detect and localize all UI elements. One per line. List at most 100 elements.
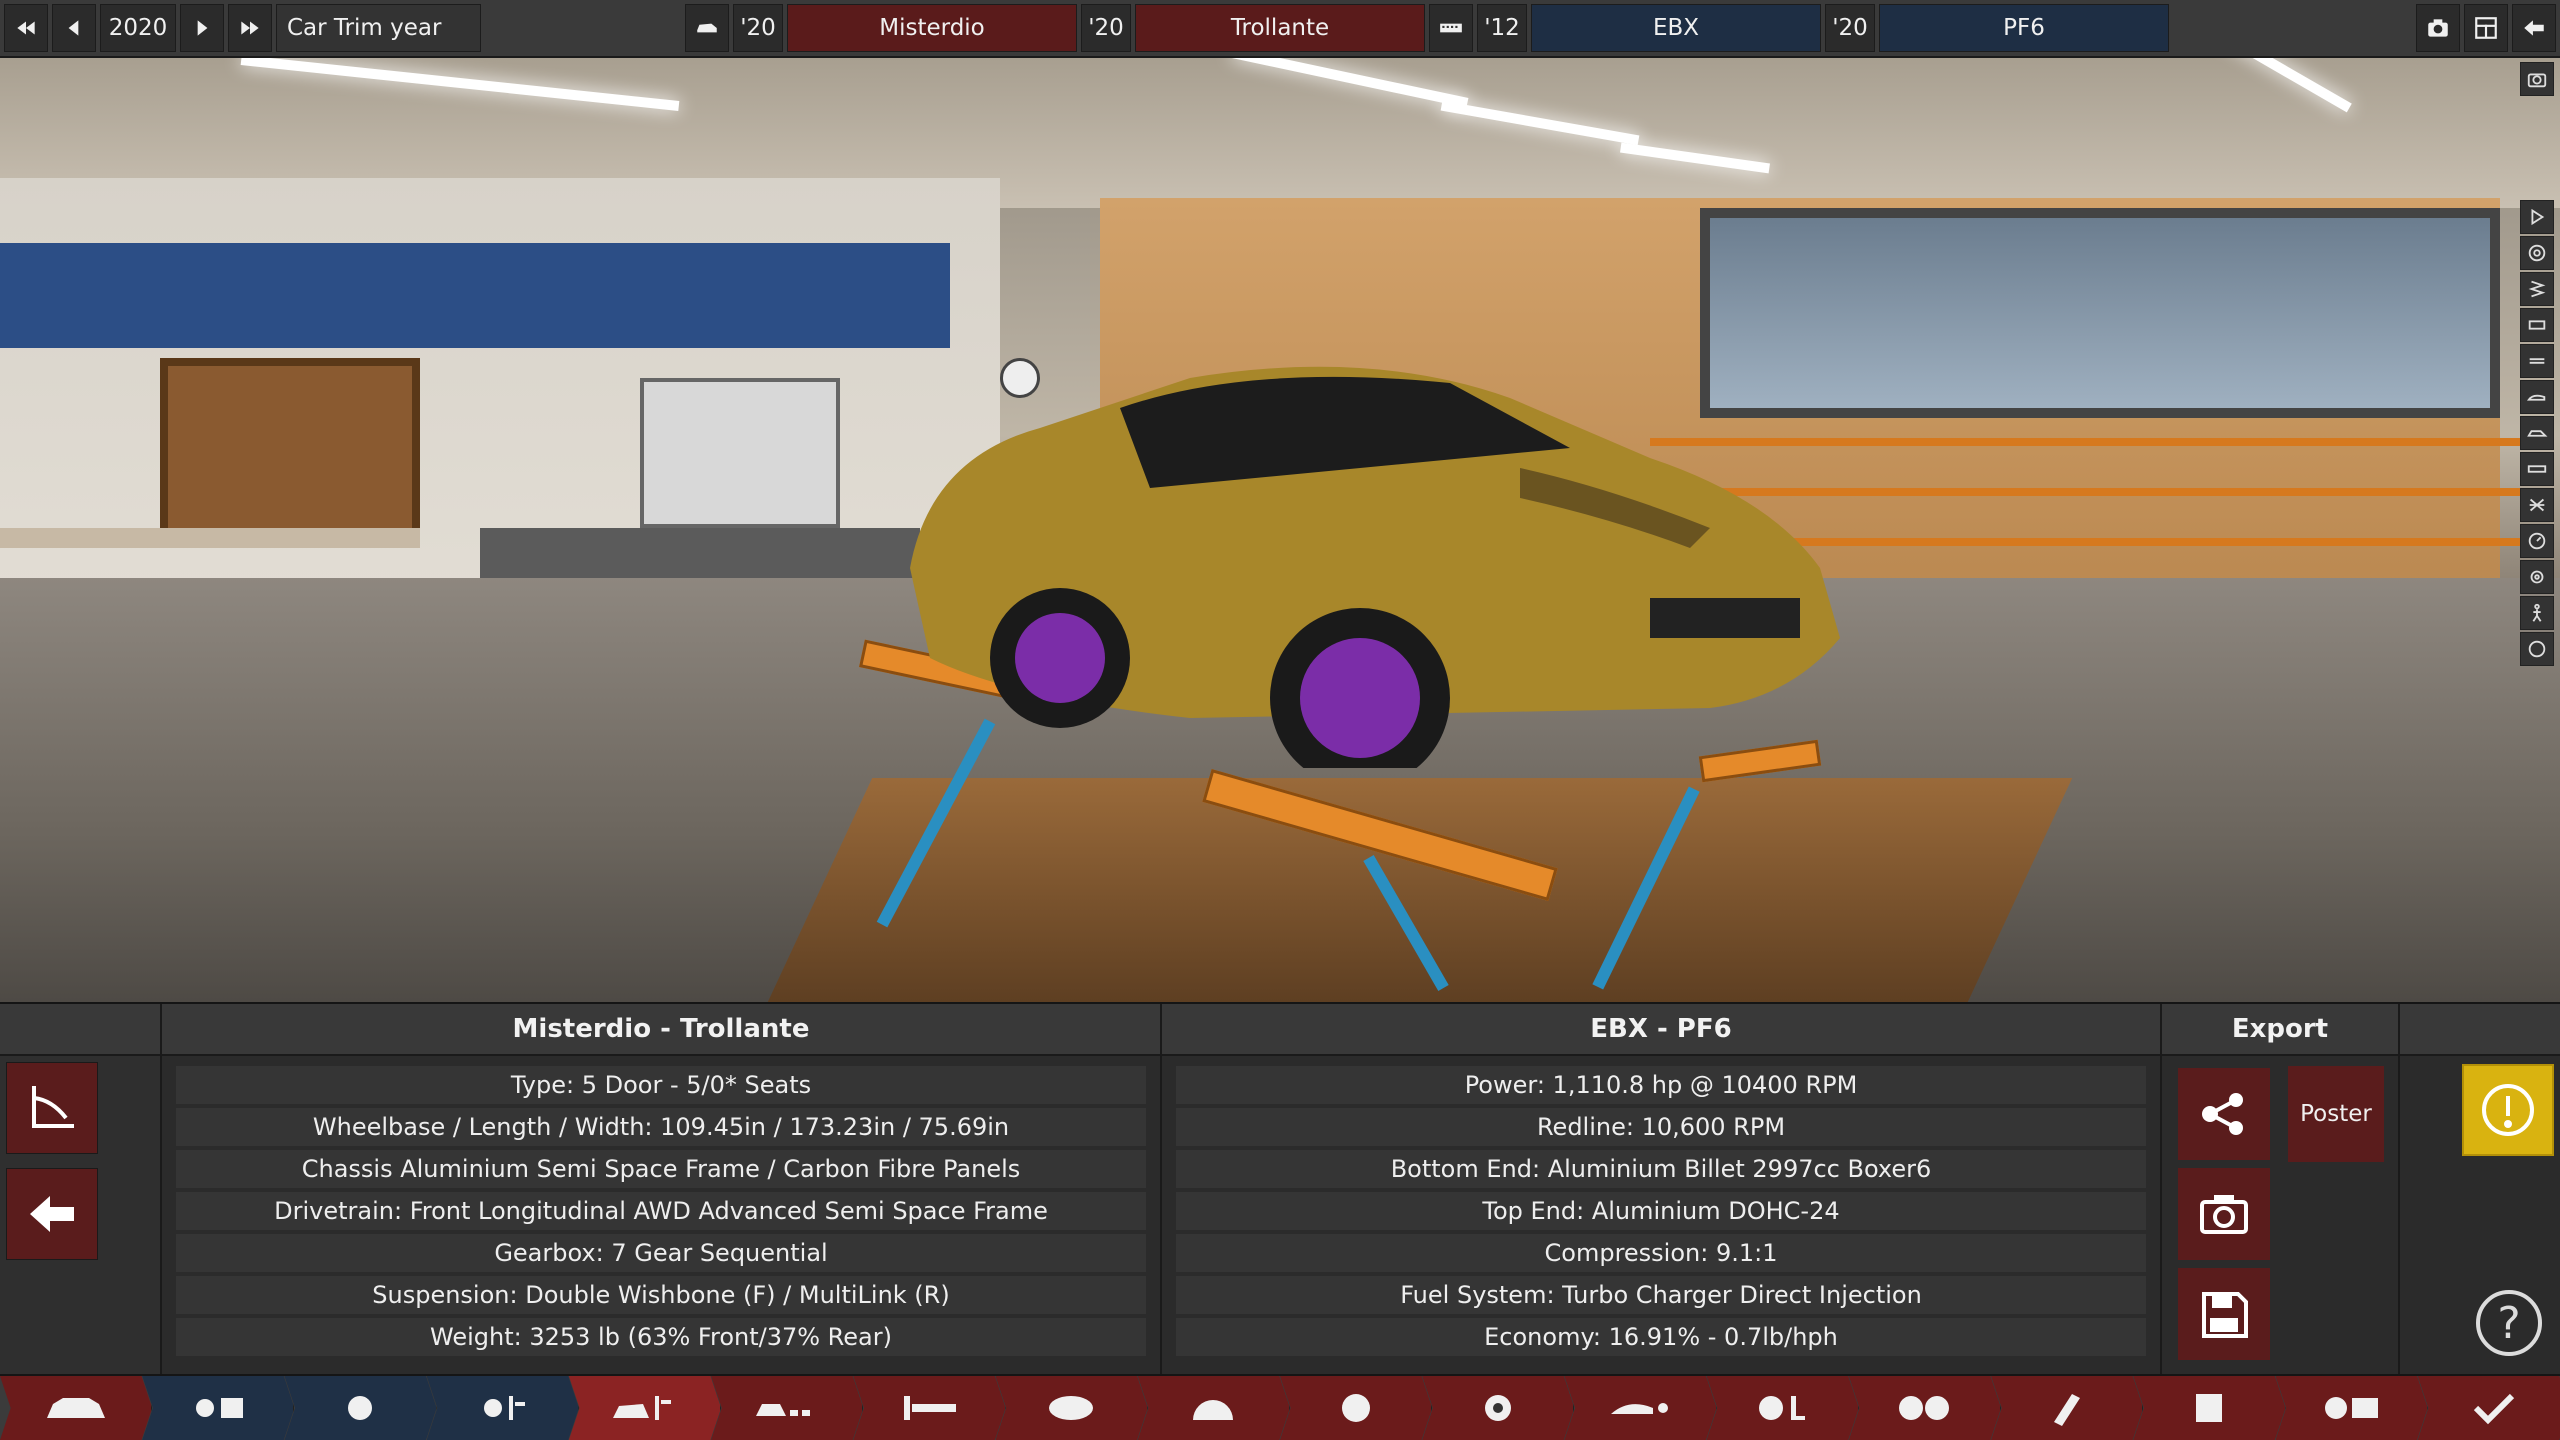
gauge-view-icon[interactable]	[2520, 524, 2554, 558]
engine-view-icon[interactable]	[2520, 452, 2554, 486]
gear-view-icon[interactable]	[2520, 560, 2554, 594]
nav-finish[interactable]	[2417, 1376, 2560, 1440]
engine-design-icon	[348, 1396, 373, 1420]
help-button[interactable]: ?	[2476, 1290, 2542, 1356]
stats-icon	[2195, 1394, 2222, 1422]
top-bar: 2020 Car Trim year '20 Misterdio '20 Tro…	[0, 0, 2560, 58]
engine-info-row: Top End: Aluminium DOHC-24	[1176, 1192, 2146, 1230]
model-year: '20	[733, 4, 783, 52]
back-button[interactable]	[6, 1168, 98, 1260]
export-title: Export	[2162, 1004, 2398, 1056]
next-year-button[interactable]	[180, 4, 224, 52]
engine-family-button[interactable]: EBX	[1531, 4, 1821, 52]
engine-info-row: Fuel System: Turbo Charger Direct Inject…	[1176, 1276, 2146, 1314]
racing-icon	[2325, 1397, 2379, 1419]
prev-year-button[interactable]	[52, 4, 96, 52]
nav-tyres[interactable]	[1422, 1376, 1575, 1440]
fixtures-icon	[755, 1404, 810, 1416]
screenshot-icon[interactable]	[2520, 62, 2554, 96]
body-view-icon[interactable]	[2520, 380, 2554, 414]
trim-name-button[interactable]: Trollante	[1135, 4, 1425, 52]
lift-pit	[767, 778, 2073, 1002]
engine-info-title: EBX - PF6	[1162, 1004, 2160, 1056]
share-button[interactable]	[2178, 1068, 2270, 1160]
person-view-icon[interactable]	[2520, 596, 2554, 630]
nav-suspension[interactable]	[995, 1376, 1148, 1440]
engine-family-year: '12	[1477, 4, 1527, 52]
model-name-button[interactable]: Misterdio	[787, 4, 1077, 52]
nav-engine-tuning[interactable]	[426, 1376, 579, 1440]
car-selector-icon[interactable]	[685, 4, 729, 52]
wheels-icon	[1341, 1394, 1370, 1422]
garage-3d-viewport[interactable]	[0, 58, 2560, 1002]
poster-button[interactable]: Poster	[2288, 1066, 2384, 1162]
lift-view-icon[interactable]	[2520, 488, 2554, 522]
skip-forward-icon[interactable]	[228, 4, 272, 52]
warning-button[interactable]	[2462, 1064, 2554, 1156]
engine-info-column: EBX - PF6 Power: 1,110.8 hp @ 10400 RPM …	[1160, 1004, 2160, 1376]
whiteboard	[640, 378, 840, 528]
nav-car-model[interactable]	[0, 1376, 153, 1440]
nav-wheels[interactable]	[1279, 1376, 1433, 1440]
nav-brakes[interactable]	[1137, 1376, 1290, 1440]
blue-wall-stripe	[0, 243, 950, 348]
circle-view-icon[interactable]	[2520, 632, 2554, 666]
nav-fixtures[interactable]	[711, 1376, 864, 1440]
engine-variant-button[interactable]: PF6	[1879, 4, 2169, 52]
engine-family-icon	[195, 1398, 243, 1418]
export-column: Export Poster	[2160, 1004, 2398, 1376]
nav-racing[interactable]	[2275, 1376, 2428, 1440]
car-model[interactable]	[890, 338, 1860, 768]
play-icon[interactable]	[2520, 200, 2554, 234]
car-model-icon	[46, 1398, 105, 1418]
wheel-view-icon[interactable]	[2520, 236, 2554, 270]
nav-engine-design[interactable]	[284, 1376, 437, 1440]
photo-button[interactable]	[2178, 1168, 2270, 1260]
year-value[interactable]: 2020	[100, 4, 176, 52]
workbench	[0, 528, 420, 548]
car-info-row: Wheelbase / Length / Width: 109.45in / 1…	[176, 1108, 1146, 1146]
engine-info-row: Redline: 10,600 RPM	[1176, 1108, 2146, 1146]
nav-engine-family[interactable]	[142, 1376, 295, 1440]
spring-view-icon[interactable]	[2520, 272, 2554, 306]
test-track-icon	[2053, 1394, 2080, 1426]
camera-icon	[2200, 1195, 2248, 1234]
skip-back-icon[interactable]	[4, 4, 48, 52]
chassis-view-icon[interactable]	[2520, 308, 2554, 342]
status-column: ?	[2398, 1004, 2560, 1376]
engine-selector-icon[interactable]	[1429, 4, 1473, 52]
warning-icon	[2482, 1084, 2534, 1136]
car-body-icon	[613, 1396, 672, 1420]
back-arrow-icon[interactable]	[2512, 4, 2556, 52]
checkmark-icon	[2474, 1393, 2515, 1425]
tyres-icon	[1484, 1395, 1511, 1421]
share-icon	[2202, 1093, 2243, 1135]
engine-variant-year: '20	[1825, 4, 1875, 52]
car-info-row: Chassis Aluminium Semi Space Frame / Car…	[176, 1150, 1146, 1188]
axis-view-button[interactable]	[6, 1062, 98, 1154]
nav-test-track[interactable]	[1991, 1376, 2144, 1440]
car-info-row: Weight: 3253 lb (63% Front/37% Rear)	[176, 1318, 1146, 1356]
layout-icon[interactable]	[2464, 4, 2508, 52]
engine-info-row: Economy: 16.91% - 0.7lb/hph	[1176, 1318, 2146, 1356]
left-arrow-icon	[30, 1196, 74, 1232]
frame-view-icon[interactable]	[2520, 344, 2554, 378]
camera-icon[interactable]	[2416, 4, 2460, 52]
nav-car-body[interactable]	[568, 1376, 722, 1440]
car-info-title: Misterdio - Trollante	[162, 1004, 1160, 1056]
nav-aero[interactable]	[1564, 1376, 1717, 1440]
bottom-navigation	[0, 1374, 2560, 1440]
car-info-row: Type: 5 Door - 5/0* Seats	[176, 1066, 1146, 1104]
suspension-icon	[1049, 1396, 1094, 1420]
engine-info-row: Power: 1,110.8 hp @ 10400 RPM	[1176, 1066, 2146, 1104]
car-view-icon[interactable]	[2520, 416, 2554, 450]
nav-drivetrain[interactable]	[853, 1376, 1006, 1440]
nav-interior[interactable]	[1706, 1376, 1859, 1440]
nav-stats[interactable]	[2133, 1376, 2286, 1440]
nav-safety[interactable]	[1848, 1376, 2002, 1440]
axis-icon	[32, 1086, 74, 1128]
engine-info-row: Compression: 9.1:1	[1176, 1234, 2146, 1272]
save-button[interactable]	[2178, 1268, 2270, 1360]
info-panel: Misterdio - Trollante Type: 5 Door - 5/0…	[0, 1002, 2560, 1376]
car-info-row: Drivetrain: Front Longitudinal AWD Advan…	[176, 1192, 1146, 1230]
